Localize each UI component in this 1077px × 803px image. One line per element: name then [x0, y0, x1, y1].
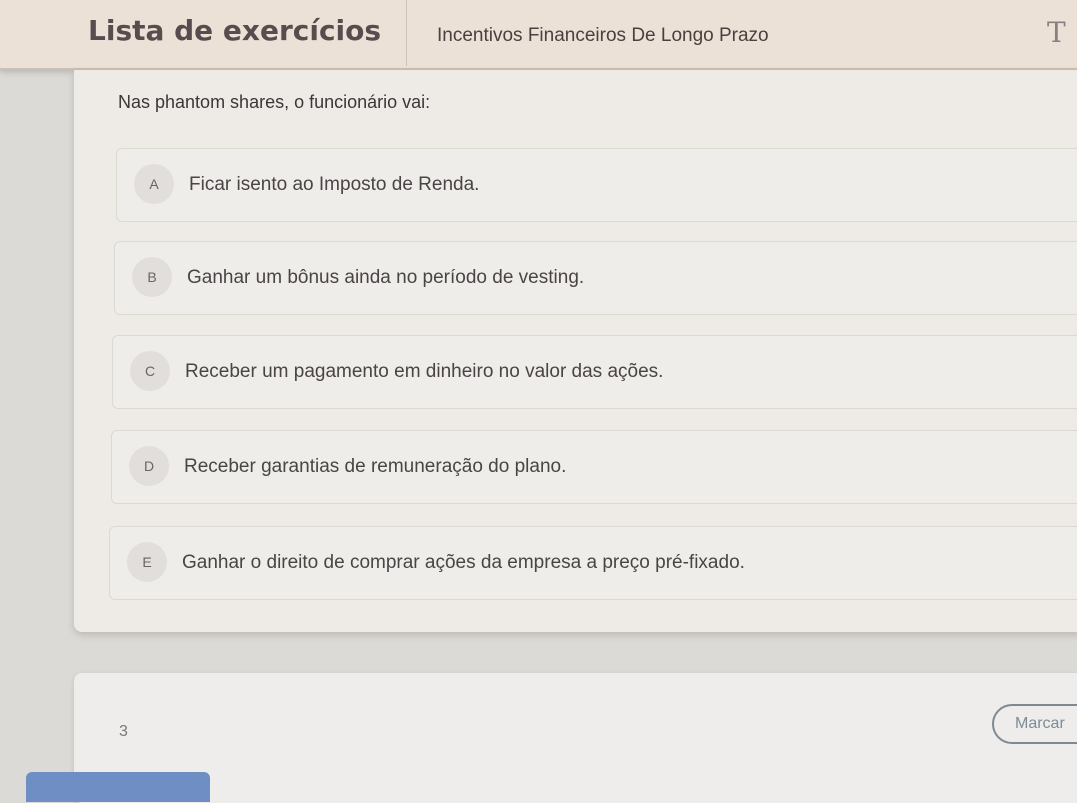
bottom-action-button[interactable]	[26, 772, 210, 802]
option-letter: E	[127, 542, 167, 582]
option-text: Receber um pagamento em dinheiro no valo…	[185, 361, 664, 382]
app-title: Lista de exercícios	[88, 14, 382, 47]
mark-button[interactable]: Marcar	[992, 704, 1077, 744]
option-text: Ficar isento ao Imposto de Renda.	[189, 174, 480, 195]
top-header: Lista de exercícios Incentivos Financeir…	[0, 0, 1077, 70]
page-number: 3	[119, 723, 128, 740]
option-text: Ganhar o direito de comprar ações da emp…	[182, 552, 745, 573]
font-size-toggle-icon[interactable]: T	[1047, 16, 1066, 49]
option-text: Ganhar um bônus ainda no período de vest…	[187, 267, 585, 288]
option-c[interactable]: C Receber um pagamento em dinheiro no va…	[112, 335, 1077, 409]
option-text: Receber garantias de remuneração do plan…	[184, 456, 567, 477]
footer-card	[74, 673, 1077, 803]
option-d[interactable]: D Receber garantias de remuneração do pl…	[111, 430, 1077, 504]
header-divider	[406, 0, 407, 66]
option-b[interactable]: B Ganhar um bônus ainda no período de ve…	[114, 241, 1077, 315]
question-text: Nas phantom shares, o funcionário vai:	[118, 92, 431, 112]
option-letter: C	[130, 351, 170, 391]
option-letter: A	[134, 164, 174, 204]
option-e[interactable]: E Ganhar o direito de comprar ações da e…	[109, 526, 1077, 600]
subject-title: Incentivos Financeiros De Longo Prazo	[437, 25, 769, 46]
option-letter: D	[129, 446, 169, 486]
option-letter: B	[132, 257, 172, 297]
option-a[interactable]: A Ficar isento ao Imposto de Renda.	[116, 148, 1077, 222]
